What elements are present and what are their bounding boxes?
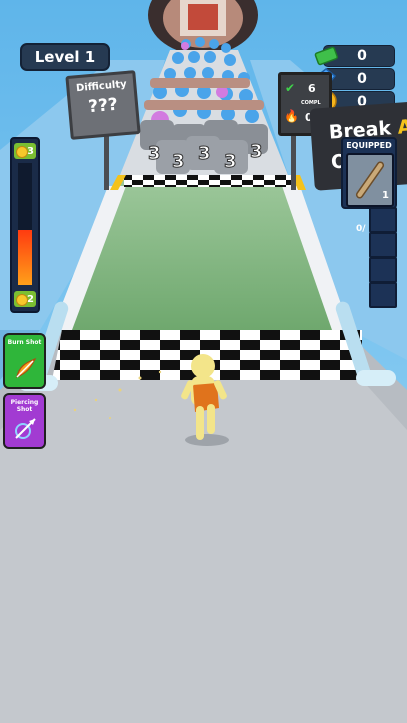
- difficulty-value: ???: [87, 94, 119, 118]
- skill-burn-shot[interactable]: Burn Shot: [3, 333, 46, 389]
- inventory-slot[interactable]: [369, 207, 397, 233]
- meter-fill: [18, 230, 32, 285]
- piercing-arrow-icon: [15, 418, 36, 439]
- gem-counter: 0: [315, 68, 395, 90]
- coin-icon: [16, 294, 28, 306]
- power-meter: 3 2: [10, 137, 40, 313]
- difficulty-title: Difficulty: [75, 78, 128, 95]
- meter-top-coin: 3: [14, 143, 36, 159]
- progress-count: 6: [308, 82, 316, 95]
- difficulty-sign: Difficulty ???: [65, 70, 141, 140]
- block-number: 3: [224, 151, 237, 172]
- coin-icon: [16, 146, 28, 158]
- equipped-label: EQUIPPED: [346, 141, 392, 150]
- skill-piercing-shot[interactable]: Piercing Shot: [3, 393, 46, 449]
- cash-counter: 0: [314, 45, 395, 67]
- inventory-count: 0/: [356, 224, 366, 234]
- level-indicator: Level 1: [20, 43, 110, 71]
- level-label: Level 1: [34, 48, 96, 66]
- block-number: 3: [148, 143, 161, 164]
- cash-icon: [314, 46, 338, 66]
- fire-arrow-icon: [16, 357, 37, 378]
- block-number: 3: [250, 141, 263, 162]
- inventory-slot[interactable]: [369, 232, 397, 258]
- skill-label: Piercing Shot: [10, 399, 39, 413]
- inventory-slot[interactable]: [369, 257, 397, 283]
- equipped-count: 1: [382, 190, 389, 201]
- meter-bar: [18, 163, 32, 285]
- skill-label: Burn Shot: [7, 339, 42, 346]
- equipped-slot[interactable]: 1: [346, 153, 394, 207]
- equipped-panel[interactable]: EQUIPPED 1: [341, 137, 397, 209]
- cash-value: 0: [357, 48, 367, 64]
- meter-bottom-coin: 2: [14, 291, 36, 307]
- block-number: 3: [172, 151, 185, 172]
- inventory-slot[interactable]: [369, 282, 397, 308]
- fire-icon: 🔥: [284, 109, 299, 123]
- banner-line1-highlight: A: [396, 115, 407, 139]
- gem-value: 0: [357, 71, 367, 87]
- meter-bottom-value: 2: [27, 293, 34, 305]
- meter-top-value: 3: [27, 145, 34, 157]
- block-number: 3: [198, 143, 211, 164]
- finish-line-far: [124, 175, 294, 187]
- progress-label: COMPL: [301, 100, 321, 106]
- check-icon: ✔: [285, 81, 296, 95]
